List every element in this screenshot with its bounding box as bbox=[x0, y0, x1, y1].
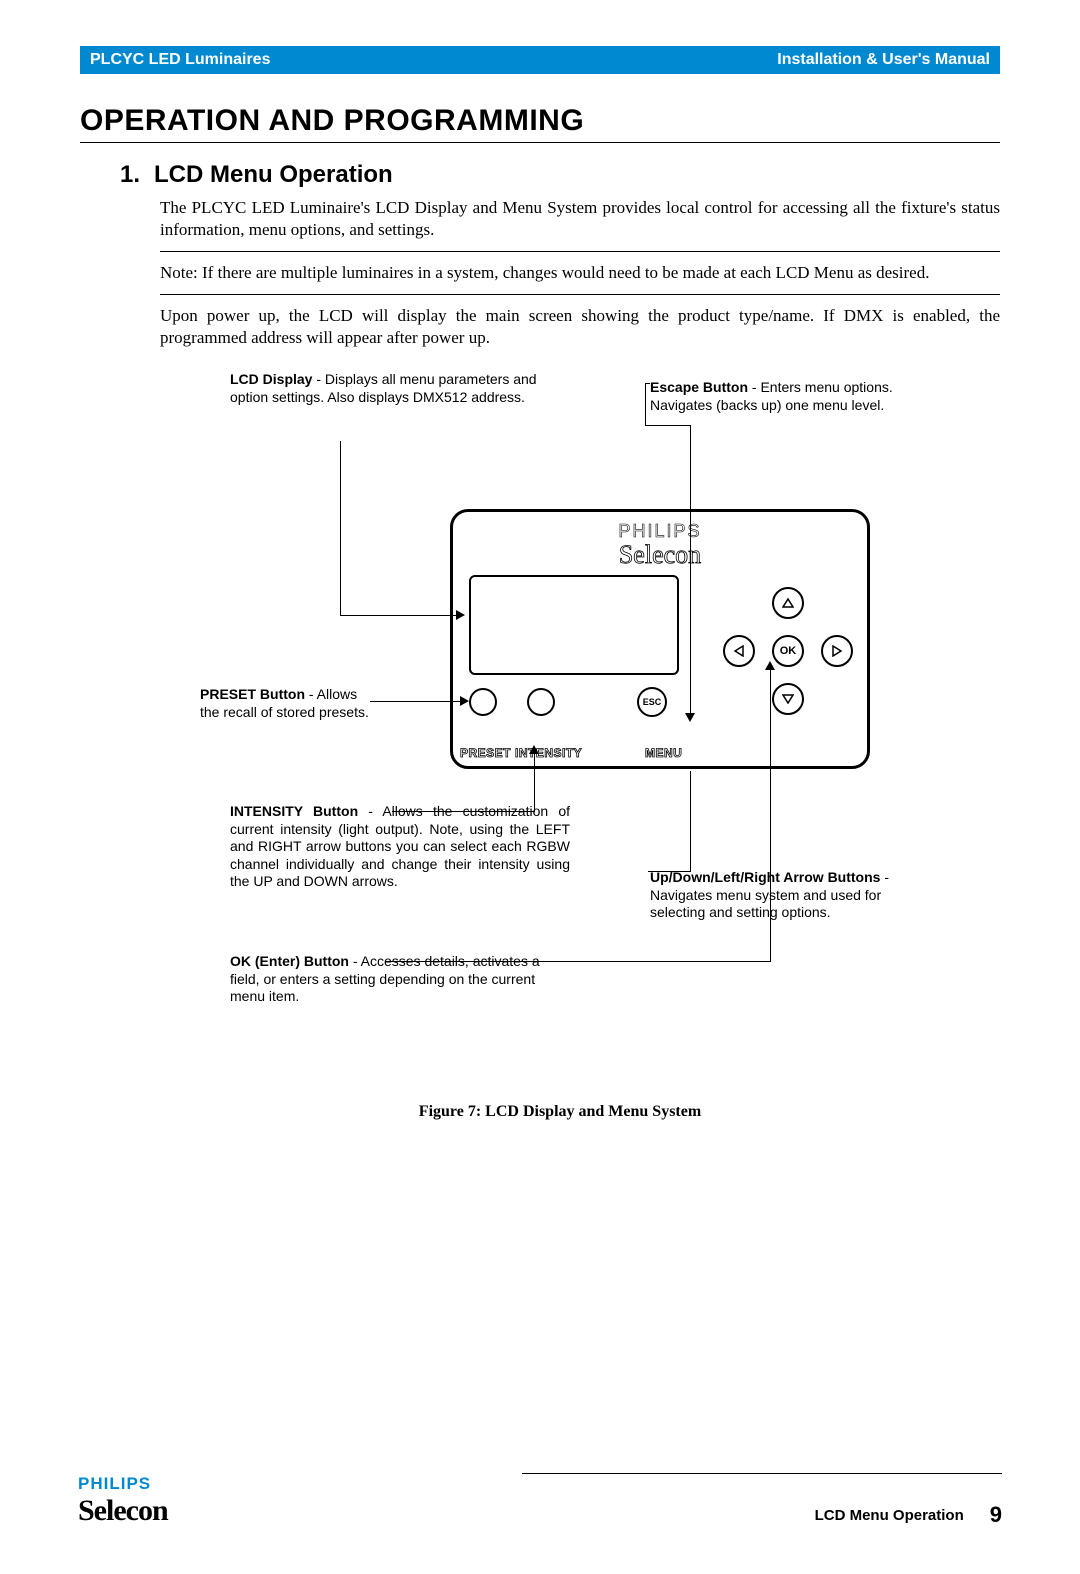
callout-lcd-label: LCD Display bbox=[230, 371, 312, 387]
leader-line bbox=[534, 753, 535, 812]
callout-arrows: Up/Down/Left/Right Arrow Buttons - Navig… bbox=[650, 869, 940, 922]
triangle-down-icon bbox=[782, 694, 794, 704]
arrowhead-icon bbox=[765, 661, 775, 670]
arrowhead-icon bbox=[456, 610, 465, 620]
figure-7-diagram: LCD Display - Displays all menu paramete… bbox=[160, 371, 1000, 1081]
triangle-up-icon bbox=[782, 598, 794, 608]
callout-escape-label: Escape Button bbox=[650, 379, 748, 395]
header-right: Installation & User's Manual bbox=[777, 51, 990, 69]
intro-paragraph: The PLCYC LED Luminaire's LCD Display an… bbox=[160, 197, 1000, 241]
menu-button-label: MENU bbox=[645, 746, 682, 760]
section-title: LCD Menu Operation bbox=[154, 161, 393, 188]
page-footer: PHILIPS Selecon LCD Menu Operation 9 bbox=[78, 1464, 1002, 1528]
esc-button[interactable]: ESC bbox=[637, 687, 667, 717]
section-number: 1. bbox=[120, 161, 140, 188]
leader-line bbox=[648, 871, 691, 872]
arrowhead-icon bbox=[685, 713, 695, 722]
note-text: Note: If there are multiple luminaires i… bbox=[160, 263, 929, 282]
header-bar: PLCYC LED Luminaires Installation & User… bbox=[80, 46, 1000, 74]
footer-section-name: LCD Menu Operation bbox=[815, 1507, 964, 1524]
intensity-button[interactable] bbox=[527, 688, 555, 716]
divider bbox=[160, 251, 1000, 252]
callout-preset: PRESET Button - Allows the recall of sto… bbox=[200, 686, 370, 721]
figure-caption: Figure 7: LCD Display and Menu System bbox=[120, 1103, 1000, 1121]
device-panel: PHILIPS Selecon ESC PRESET INTENSITY MEN… bbox=[450, 509, 870, 769]
down-arrow-button[interactable] bbox=[772, 683, 804, 715]
preset-button[interactable] bbox=[469, 688, 497, 716]
triangle-right-icon bbox=[832, 645, 842, 657]
divider bbox=[160, 294, 1000, 295]
dpad: OK bbox=[723, 587, 853, 717]
arrowhead-icon bbox=[460, 696, 469, 706]
paragraph-2: Upon power up, the LCD will display the … bbox=[160, 305, 1000, 349]
footer-logo: PHILIPS Selecon bbox=[78, 1474, 168, 1528]
callout-intensity: INTENSITY Button - Allows the customizat… bbox=[230, 803, 570, 891]
footer-brand-philips: PHILIPS bbox=[78, 1474, 168, 1494]
leader-line bbox=[645, 383, 650, 384]
callout-escape: Escape Button - Enters menu options. Nav… bbox=[650, 379, 910, 414]
leader-line bbox=[645, 425, 690, 426]
callout-lcd: LCD Display - Displays all menu paramete… bbox=[230, 371, 540, 406]
note-paragraph: Note: If there are multiple luminaires i… bbox=[160, 262, 1000, 284]
leader-line bbox=[370, 701, 462, 702]
left-arrow-button[interactable] bbox=[723, 635, 755, 667]
triangle-left-icon bbox=[734, 645, 744, 657]
ok-button[interactable]: OK bbox=[772, 635, 804, 667]
right-arrow-button[interactable] bbox=[821, 635, 853, 667]
panel-brand: PHILIPS Selecon bbox=[469, 522, 851, 568]
callout-ok-label: OK (Enter) Button bbox=[230, 953, 349, 969]
intensity-button-label: INTENSITY bbox=[515, 746, 582, 760]
callout-intensity-label: INTENSITY Button bbox=[230, 803, 358, 819]
page-content: OPERATION AND PROGRAMMING 1. LCD Menu Ope… bbox=[80, 104, 1000, 1121]
footer-brand-selecon: Selecon bbox=[78, 1494, 168, 1528]
main-heading: OPERATION AND PROGRAMMING bbox=[80, 104, 1000, 143]
lcd-screen bbox=[469, 575, 679, 675]
footer-right: LCD Menu Operation 9 bbox=[522, 1473, 1002, 1528]
header-left: PLCYC LED Luminaires bbox=[90, 51, 270, 69]
panel-brand-philips: PHILIPS bbox=[469, 522, 851, 541]
leader-line bbox=[385, 961, 770, 962]
leader-line bbox=[690, 425, 691, 715]
arrowhead-icon bbox=[529, 745, 539, 754]
callout-preset-label: PRESET Button bbox=[200, 686, 305, 702]
leader-line bbox=[340, 615, 458, 616]
leader-line bbox=[645, 383, 646, 425]
preset-button-label: PRESET bbox=[460, 746, 511, 760]
panel-brand-selecon: Selecon bbox=[469, 541, 851, 568]
leader-line bbox=[340, 441, 341, 615]
leader-line bbox=[690, 771, 691, 871]
footer-page-number: 9 bbox=[990, 1502, 1002, 1528]
up-arrow-button[interactable] bbox=[772, 587, 804, 619]
leader-line bbox=[770, 669, 771, 962]
leader-line bbox=[392, 811, 534, 812]
section-heading: 1. LCD Menu Operation bbox=[120, 161, 1000, 189]
